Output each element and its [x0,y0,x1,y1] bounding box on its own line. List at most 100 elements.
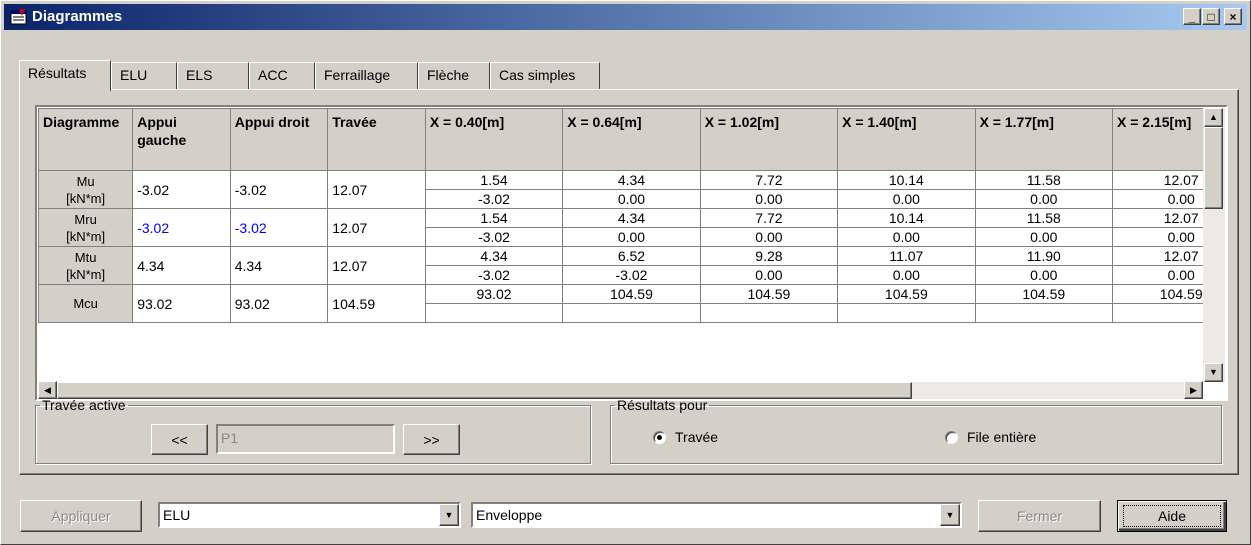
cell-value-min[interactable]: 0.00 [837,189,976,209]
cell-value-min[interactable]: 0.00 [1111,189,1203,209]
envelope-combo[interactable]: Enveloppe ▼ [471,502,962,528]
cell-value-min[interactable]: -3.02 [562,265,701,285]
chevron-down-icon[interactable]: ▼ [439,504,459,526]
cell-span[interactable]: 12.07 [327,208,426,247]
cell-value-min[interactable]: 0.00 [1111,227,1203,247]
cell-value-min[interactable]: 0.00 [699,227,839,247]
scroll-up-icon[interactable]: ▲ [1204,108,1223,127]
cell-value-min[interactable] [1111,303,1203,323]
cell-value-max[interactable]: 12.07 [1111,208,1203,228]
cell-value-max[interactable]: 12.07 [1111,246,1203,266]
cell-value-max[interactable]: 7.72 [699,170,839,190]
resultats-pour-legend: Résultats pour [617,397,708,413]
cell-value-max[interactable]: 1.54 [424,170,564,190]
row-label[interactable]: Mru [kN*m] [38,208,134,247]
cell-right[interactable]: -3.02 [229,170,329,209]
cell-value-max[interactable]: 104.59 [699,284,839,304]
cell-value-max[interactable]: 104.59 [974,284,1114,304]
cell-value-max[interactable]: 4.34 [424,246,564,266]
cell-value-min[interactable] [562,303,701,323]
load-case-combo[interactable]: ELU ▼ [158,502,461,528]
cell-value-max[interactable]: 4.34 [562,208,701,228]
cell-value-max[interactable]: 104.59 [562,284,701,304]
cell-value-max[interactable]: 93.02 [424,284,564,304]
cell-value-max[interactable]: 10.14 [837,208,976,228]
cell-value-min[interactable]: 0.00 [974,227,1114,247]
cell-left[interactable]: 93.02 [132,284,231,323]
minimize-button[interactable]: _ [1183,8,1201,25]
cell-value-min[interactable] [424,303,564,323]
radio-file-entiere-label[interactable]: File entière [967,429,1036,445]
cell-value-min[interactable]: 0.00 [562,189,701,209]
cell-value-min[interactable]: 0.00 [837,265,976,285]
next-span-button[interactable]: >> [403,424,460,455]
grid-viewport: Diagramme Appui gauche Appui droit Travée X … [38,108,1203,382]
radio-travee[interactable] [653,431,666,444]
close-button[interactable]: × [1224,8,1242,25]
span-field[interactable]: P1 [216,424,395,454]
cell-value-min[interactable]: 0.00 [837,227,976,247]
cell-span[interactable]: 12.07 [327,246,426,285]
cell-value-min[interactable] [974,303,1114,323]
vertical-scroll-thumb[interactable] [1204,127,1223,209]
cell-value-min[interactable]: 0.00 [699,265,839,285]
cell-span[interactable]: 104.59 [327,284,426,323]
scroll-down-icon[interactable]: ▼ [1204,363,1223,382]
tab-resultats[interactable]: Résultats [19,60,111,91]
help-button[interactable]: Aide [1117,500,1227,532]
previous-span-button[interactable]: << [151,424,208,455]
cell-span[interactable]: 12.07 [327,170,426,209]
row-label[interactable]: Mtu [kN*m] [38,246,134,285]
row-label[interactable]: Mcu [38,284,134,323]
title-bar[interactable]: Diagrammes _ □ × [4,4,1247,30]
cell-value-min[interactable]: 0.00 [974,265,1114,285]
cell-value-min[interactable]: 0.00 [1111,265,1203,285]
radio-selected-dot [657,435,662,440]
cell-value-max[interactable]: 7.72 [699,208,839,228]
cell-value-max[interactable]: 12.07 [1111,170,1203,190]
maximize-button[interactable]: □ [1202,8,1220,25]
cell-left[interactable]: -3.02 [132,208,231,247]
maximize-icon: □ [1207,9,1215,24]
cell-value-max[interactable]: 11.58 [974,170,1114,190]
chevron-down-icon[interactable]: ▼ [940,504,960,526]
cell-right[interactable]: 4.34 [229,246,329,285]
cell-value-max[interactable]: 9.28 [699,246,839,266]
cell-value-min[interactable] [699,303,839,323]
cell-value-max[interactable]: 104.59 [837,284,976,304]
cell-value-min[interactable]: -3.02 [424,227,564,247]
cell-right[interactable]: -3.02 [229,208,329,247]
cell-value-min[interactable]: -3.02 [424,265,564,285]
cell-value-min[interactable]: 0.00 [699,189,839,209]
cell-value-max[interactable]: 11.07 [837,246,976,266]
row-label[interactable]: Mu [kN*m] [38,170,134,209]
tab-cas-simples[interactable]: Cas simples [490,62,600,89]
tab-ferraillage[interactable]: Ferraillage [315,62,418,89]
tab-elu[interactable]: ELU [111,62,177,89]
cell-left[interactable]: 4.34 [132,246,231,285]
close-dialog-button[interactable]: Fermer [978,500,1101,532]
tab-fleche[interactable]: Flèche [418,62,490,89]
vertical-scrollbar[interactable]: ▲ ▼ [1203,108,1225,382]
cell-value-max[interactable]: 1.54 [424,208,564,228]
table-row: Mu [kN*m] -3.02 -3.02 12.07 1.54 4.34 7.72 10.1… [38,170,1203,209]
cell-value-max[interactable]: 104.59 [1111,284,1203,304]
cell-value-max[interactable]: 10.14 [837,170,976,190]
tab-els[interactable]: ELS [177,62,249,89]
apply-button[interactable]: Appliquer [20,500,142,532]
radio-file-entiere[interactable] [945,431,958,444]
cell-left[interactable]: -3.02 [132,170,231,209]
results-table: Diagramme Appui gauche Appui droit Travée X … [38,108,1203,323]
cell-value-max[interactable]: 4.34 [562,170,701,190]
tab-acc[interactable]: ACC [249,62,315,89]
radio-travee-label[interactable]: Travée [675,429,718,445]
cell-value-min[interactable]: 0.00 [562,227,701,247]
cell-right[interactable]: 93.02 [229,284,329,323]
cell-value-max[interactable]: 6.52 [562,246,701,266]
table-header-row: Diagramme Appui gauche Appui droit Travée X … [38,108,1203,171]
cell-value-max[interactable]: 11.90 [974,246,1114,266]
cell-value-min[interactable] [837,303,976,323]
cell-value-max[interactable]: 11.58 [974,208,1114,228]
cell-value-min[interactable]: -3.02 [424,189,564,209]
cell-value-min[interactable]: 0.00 [974,189,1114,209]
